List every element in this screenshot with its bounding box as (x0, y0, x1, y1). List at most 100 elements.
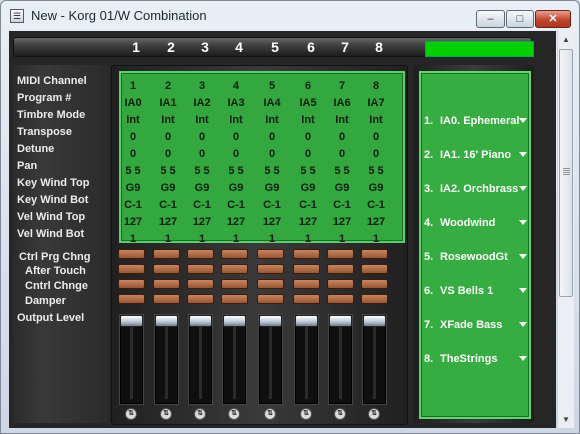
toggle-after-touch[interactable] (221, 264, 248, 274)
program-select[interactable]: 7. XFade Bass (421, 317, 529, 335)
grid-cell[interactable]: 5 (255, 80, 289, 92)
grid-cell[interactable]: IA5 (291, 97, 325, 109)
scroll-thumb[interactable] (559, 49, 573, 297)
vertical-scrollbar[interactable]: ▲ ▼ (557, 31, 574, 428)
grid-cell[interactable]: 0 (116, 131, 150, 143)
minimize-button[interactable]: – (476, 10, 505, 28)
grid-cell[interactable]: Int (291, 114, 325, 126)
grid-cell[interactable]: 0 (255, 131, 289, 143)
grid-cell[interactable]: 0 (185, 131, 219, 143)
toggle-damper[interactable] (293, 294, 320, 304)
program-select[interactable]: 6. VS Bells 1 (421, 283, 529, 301)
toggle-damper[interactable] (327, 294, 354, 304)
grid-cell[interactable]: 0 (291, 148, 325, 160)
toggle-after-touch[interactable] (118, 264, 145, 274)
grid-cell[interactable]: 127 (151, 216, 185, 228)
grid-cell[interactable]: 127 (255, 216, 289, 228)
toggle-ctrl-prg-chng[interactable] (327, 249, 354, 259)
maximize-button[interactable]: □ (506, 10, 534, 28)
fader-handle[interactable] (155, 315, 178, 327)
program-select[interactable]: 1. IA0. Ephemeral (421, 113, 529, 131)
toggle-cntrl-chnge[interactable] (118, 279, 145, 289)
fader-handle[interactable] (295, 315, 318, 327)
grid-cell[interactable]: 0 (219, 148, 253, 160)
grid-cell[interactable]: 127 (325, 216, 359, 228)
grid-cell[interactable]: Int (255, 114, 289, 126)
grid-cell[interactable]: G9 (116, 182, 150, 194)
grid-cell[interactable]: 4 (219, 80, 253, 92)
pan-knob-icon[interactable]: ⇅ (264, 408, 276, 420)
grid-cell[interactable]: 127 (116, 216, 150, 228)
grid-cell[interactable]: 5 5 (185, 165, 219, 177)
program-select[interactable]: 5. RosewoodGt (421, 249, 529, 267)
grid-cell[interactable]: Int (116, 114, 150, 126)
pan-knob-icon[interactable]: ⇅ (300, 408, 312, 420)
grid-cell[interactable]: 0 (219, 131, 253, 143)
chevron-down-icon[interactable] (519, 220, 527, 225)
chevron-down-icon[interactable] (519, 322, 527, 327)
grid-cell[interactable]: C-1 (291, 199, 325, 211)
toggle-cntrl-chnge[interactable] (187, 279, 214, 289)
toggle-ctrl-prg-chng[interactable] (293, 249, 320, 259)
grid-cell[interactable]: 127 (185, 216, 219, 228)
grid-cell[interactable]: 127 (359, 216, 393, 228)
toggle-ctrl-prg-chng[interactable] (187, 249, 214, 259)
grid-cell[interactable]: 1 (151, 233, 185, 245)
grid-cell[interactable]: 0 (325, 131, 359, 143)
grid-cell[interactable]: 0 (359, 148, 393, 160)
toggle-after-touch[interactable] (187, 264, 214, 274)
toggle-ctrl-prg-chng[interactable] (118, 249, 145, 259)
grid-cell[interactable]: 0 (151, 131, 185, 143)
toggle-cntrl-chnge[interactable] (221, 279, 248, 289)
chevron-down-icon[interactable] (519, 152, 527, 157)
pan-knob-icon[interactable]: ⇅ (160, 408, 172, 420)
chevron-down-icon[interactable] (519, 288, 527, 293)
grid-cell[interactable]: 3 (185, 80, 219, 92)
grid-cell[interactable]: C-1 (116, 199, 150, 211)
grid-cell[interactable]: IA1 (151, 97, 185, 109)
toggle-cntrl-chnge[interactable] (293, 279, 320, 289)
grid-cell[interactable]: 5 5 (116, 165, 150, 177)
grid-cell[interactable]: Int (325, 114, 359, 126)
output-fader[interactable] (119, 314, 144, 405)
grid-cell[interactable]: 1 (219, 233, 253, 245)
grid-cell[interactable]: 7 (325, 80, 359, 92)
chevron-down-icon[interactable] (519, 254, 527, 259)
program-select[interactable]: 3. IA2. Orchbrass (421, 181, 529, 199)
output-fader[interactable] (294, 314, 319, 405)
fader-handle[interactable] (223, 315, 246, 327)
grid-cell[interactable]: 0 (291, 131, 325, 143)
toggle-after-touch[interactable] (293, 264, 320, 274)
grid-cell[interactable]: IA7 (359, 97, 393, 109)
output-fader[interactable] (362, 314, 387, 405)
grid-cell[interactable]: Int (359, 114, 393, 126)
title-bar[interactable]: ☰ New - Korg 01/W Combination – □ ✕ (1, 1, 579, 31)
toggle-after-touch[interactable] (153, 264, 180, 274)
grid-cell[interactable]: C-1 (185, 199, 219, 211)
grid-cell[interactable]: G9 (219, 182, 253, 194)
toggle-ctrl-prg-chng[interactable] (257, 249, 284, 259)
toggle-ctrl-prg-chng[interactable] (361, 249, 388, 259)
grid-cell[interactable]: 127 (291, 216, 325, 228)
grid-cell[interactable]: G9 (151, 182, 185, 194)
toggle-cntrl-chnge[interactable] (361, 279, 388, 289)
output-fader[interactable] (188, 314, 213, 405)
grid-cell[interactable]: 1 (291, 233, 325, 245)
output-fader[interactable] (258, 314, 283, 405)
grid-cell[interactable]: IA3 (219, 97, 253, 109)
grid-cell[interactable]: C-1 (219, 199, 253, 211)
fader-handle[interactable] (120, 315, 143, 327)
grid-cell[interactable]: IA2 (185, 97, 219, 109)
grid-cell[interactable]: 5 5 (291, 165, 325, 177)
pan-knob-icon[interactable]: ⇅ (125, 408, 137, 420)
grid-cell[interactable]: G9 (359, 182, 393, 194)
toggle-after-touch[interactable] (257, 264, 284, 274)
pan-knob-icon[interactable]: ⇅ (368, 408, 380, 420)
scroll-down-button[interactable]: ▼ (558, 411, 574, 428)
output-fader[interactable] (222, 314, 247, 405)
grid-cell[interactable]: 127 (219, 216, 253, 228)
grid-cell[interactable]: C-1 (359, 199, 393, 211)
grid-cell[interactable]: Int (151, 114, 185, 126)
app-icon[interactable]: ☰ (10, 9, 24, 23)
grid-cell[interactable]: 5 5 (359, 165, 393, 177)
